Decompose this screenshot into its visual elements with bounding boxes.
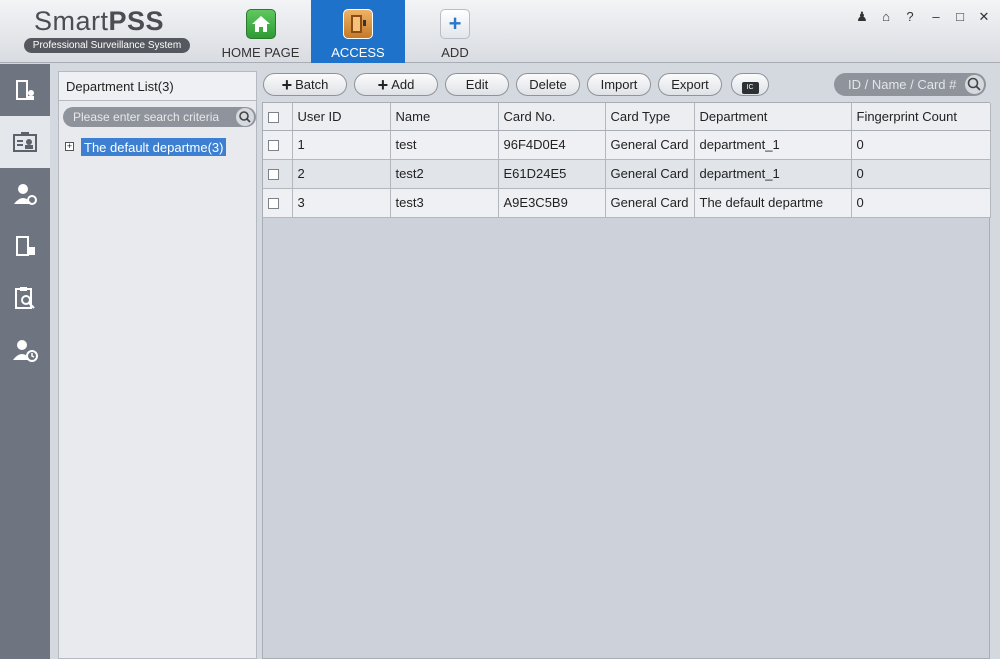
cell-card-type: General Card	[605, 159, 695, 189]
cell-department: department_1	[694, 130, 852, 160]
minimize-button[interactable]: –	[928, 9, 944, 25]
column-header-department[interactable]: Department	[694, 103, 852, 131]
tab-home-page[interactable]: HOME PAGE	[213, 0, 308, 63]
user-settings-icon	[14, 184, 37, 205]
door-icon	[343, 9, 373, 39]
app-logo: SmartPSS Professional Surveillance Syste…	[22, 6, 192, 56]
tree-node-label[interactable]: The default departme(3)	[81, 138, 227, 156]
lock-icon[interactable]: ⌂	[878, 9, 894, 25]
row-select-cell	[263, 188, 293, 218]
column-header-fingerprint-count[interactable]: Fingerprint Count	[851, 103, 991, 131]
tab-add-label: ADD	[441, 45, 469, 60]
logo-title: SmartPSS	[34, 6, 165, 36]
batch-button[interactable]: + Batch	[263, 73, 347, 96]
cell-user-id: 2	[292, 159, 391, 189]
card-reader-icon: IC	[741, 82, 759, 94]
department-panel: Department List(3) + The default departm…	[58, 71, 257, 659]
cell-name: test3	[390, 188, 499, 218]
row-checkbox[interactable]	[268, 198, 279, 210]
cell-department: department_1	[694, 159, 852, 189]
cell-card-type: General Card	[605, 188, 695, 218]
door-user-icon	[16, 80, 34, 100]
tab-access[interactable]: ACCESS	[311, 0, 405, 63]
cell-card-no: E61D24E5	[498, 159, 606, 189]
column-header-name[interactable]: Name	[390, 103, 499, 131]
cell-fingerprint-count: 0	[851, 159, 991, 189]
help-icon[interactable]: ?	[902, 9, 918, 25]
table-header-row: User ID Name Card No. Card Type Departme…	[263, 103, 991, 131]
ic-card-button[interactable]: IC	[731, 73, 769, 96]
cell-card-no: 96F4D0E4	[498, 130, 606, 160]
expand-icon[interactable]: +	[65, 142, 74, 151]
user-clock-icon	[13, 340, 38, 362]
tab-add[interactable]: + ADD	[408, 0, 502, 63]
cell-name: test	[390, 130, 499, 160]
department-search-input[interactable]	[73, 109, 231, 125]
door-lock-icon	[16, 236, 35, 256]
add-button[interactable]: + Add	[354, 73, 438, 96]
select-all-checkbox[interactable]	[268, 111, 279, 123]
row-checkbox[interactable]	[268, 140, 279, 152]
export-button[interactable]: Export	[658, 73, 722, 96]
logo-subtitle: Professional Surveillance System	[24, 38, 190, 53]
close-button[interactable]: ✕	[976, 9, 992, 25]
user-icon[interactable]: ♟	[854, 9, 870, 25]
rail-item-door-lock[interactable]	[0, 220, 50, 272]
cell-user-id: 3	[292, 188, 391, 218]
row-checkbox[interactable]	[268, 169, 279, 181]
select-all-cell	[263, 103, 293, 131]
row-select-cell	[263, 159, 293, 189]
rail-item-person-card[interactable]	[0, 116, 50, 168]
cell-name: test2	[390, 159, 499, 189]
maximize-button[interactable]: □	[952, 9, 968, 25]
plus-icon: +	[440, 9, 470, 39]
row-select-cell	[263, 130, 293, 160]
person-card-icon	[13, 132, 37, 152]
table-row[interactable]: 1 test 96F4D0E4 General Card department_…	[263, 130, 991, 160]
rail-item-door-user[interactable]	[0, 64, 50, 116]
tab-access-label: ACCESS	[331, 45, 385, 60]
top-bar: SmartPSS Professional Surveillance Syste…	[0, 0, 1000, 63]
user-search-input[interactable]	[848, 76, 962, 93]
home-icon	[245, 9, 276, 39]
cell-fingerprint-count: 0	[851, 130, 991, 160]
clipboard-search-icon	[15, 287, 35, 309]
rail-item-user-clock[interactable]	[0, 324, 50, 376]
table-row[interactable]: 3 test3 A9E3C5B9 General Card The defaul…	[263, 188, 991, 218]
search-icon[interactable]	[236, 108, 254, 126]
rail-item-clipboard-search[interactable]	[0, 272, 50, 324]
plus-icon: +	[281, 75, 293, 95]
left-rail	[0, 64, 50, 659]
user-table: User ID Name Card No. Card Type Departme…	[262, 102, 991, 659]
cell-card-no: A9E3C5B9	[498, 188, 606, 218]
cell-card-type: General Card	[605, 130, 695, 160]
cell-department: The default departme	[694, 188, 852, 218]
column-header-card-type[interactable]: Card Type	[605, 103, 695, 131]
user-search	[834, 73, 986, 96]
department-search	[63, 107, 256, 127]
import-button[interactable]: Import	[587, 73, 651, 96]
column-header-card-no[interactable]: Card No.	[498, 103, 606, 131]
column-header-user-id[interactable]: User ID	[292, 103, 391, 131]
delete-button[interactable]: Delete	[516, 73, 580, 96]
department-list-title: Department List(3)	[59, 72, 256, 101]
cell-fingerprint-count: 0	[851, 188, 991, 218]
main-content: + Batch + Add Edit Delete Import Export IC…	[262, 71, 994, 659]
search-icon[interactable]	[965, 75, 984, 94]
cell-user-id: 1	[292, 130, 391, 160]
rail-item-user-settings[interactable]	[0, 168, 50, 220]
plus-icon: +	[377, 75, 389, 95]
table-row[interactable]: 2 test2 E61D24E5 General Card department…	[263, 159, 991, 189]
tab-home-label: HOME PAGE	[221, 45, 300, 60]
edit-button[interactable]: Edit	[445, 73, 509, 96]
